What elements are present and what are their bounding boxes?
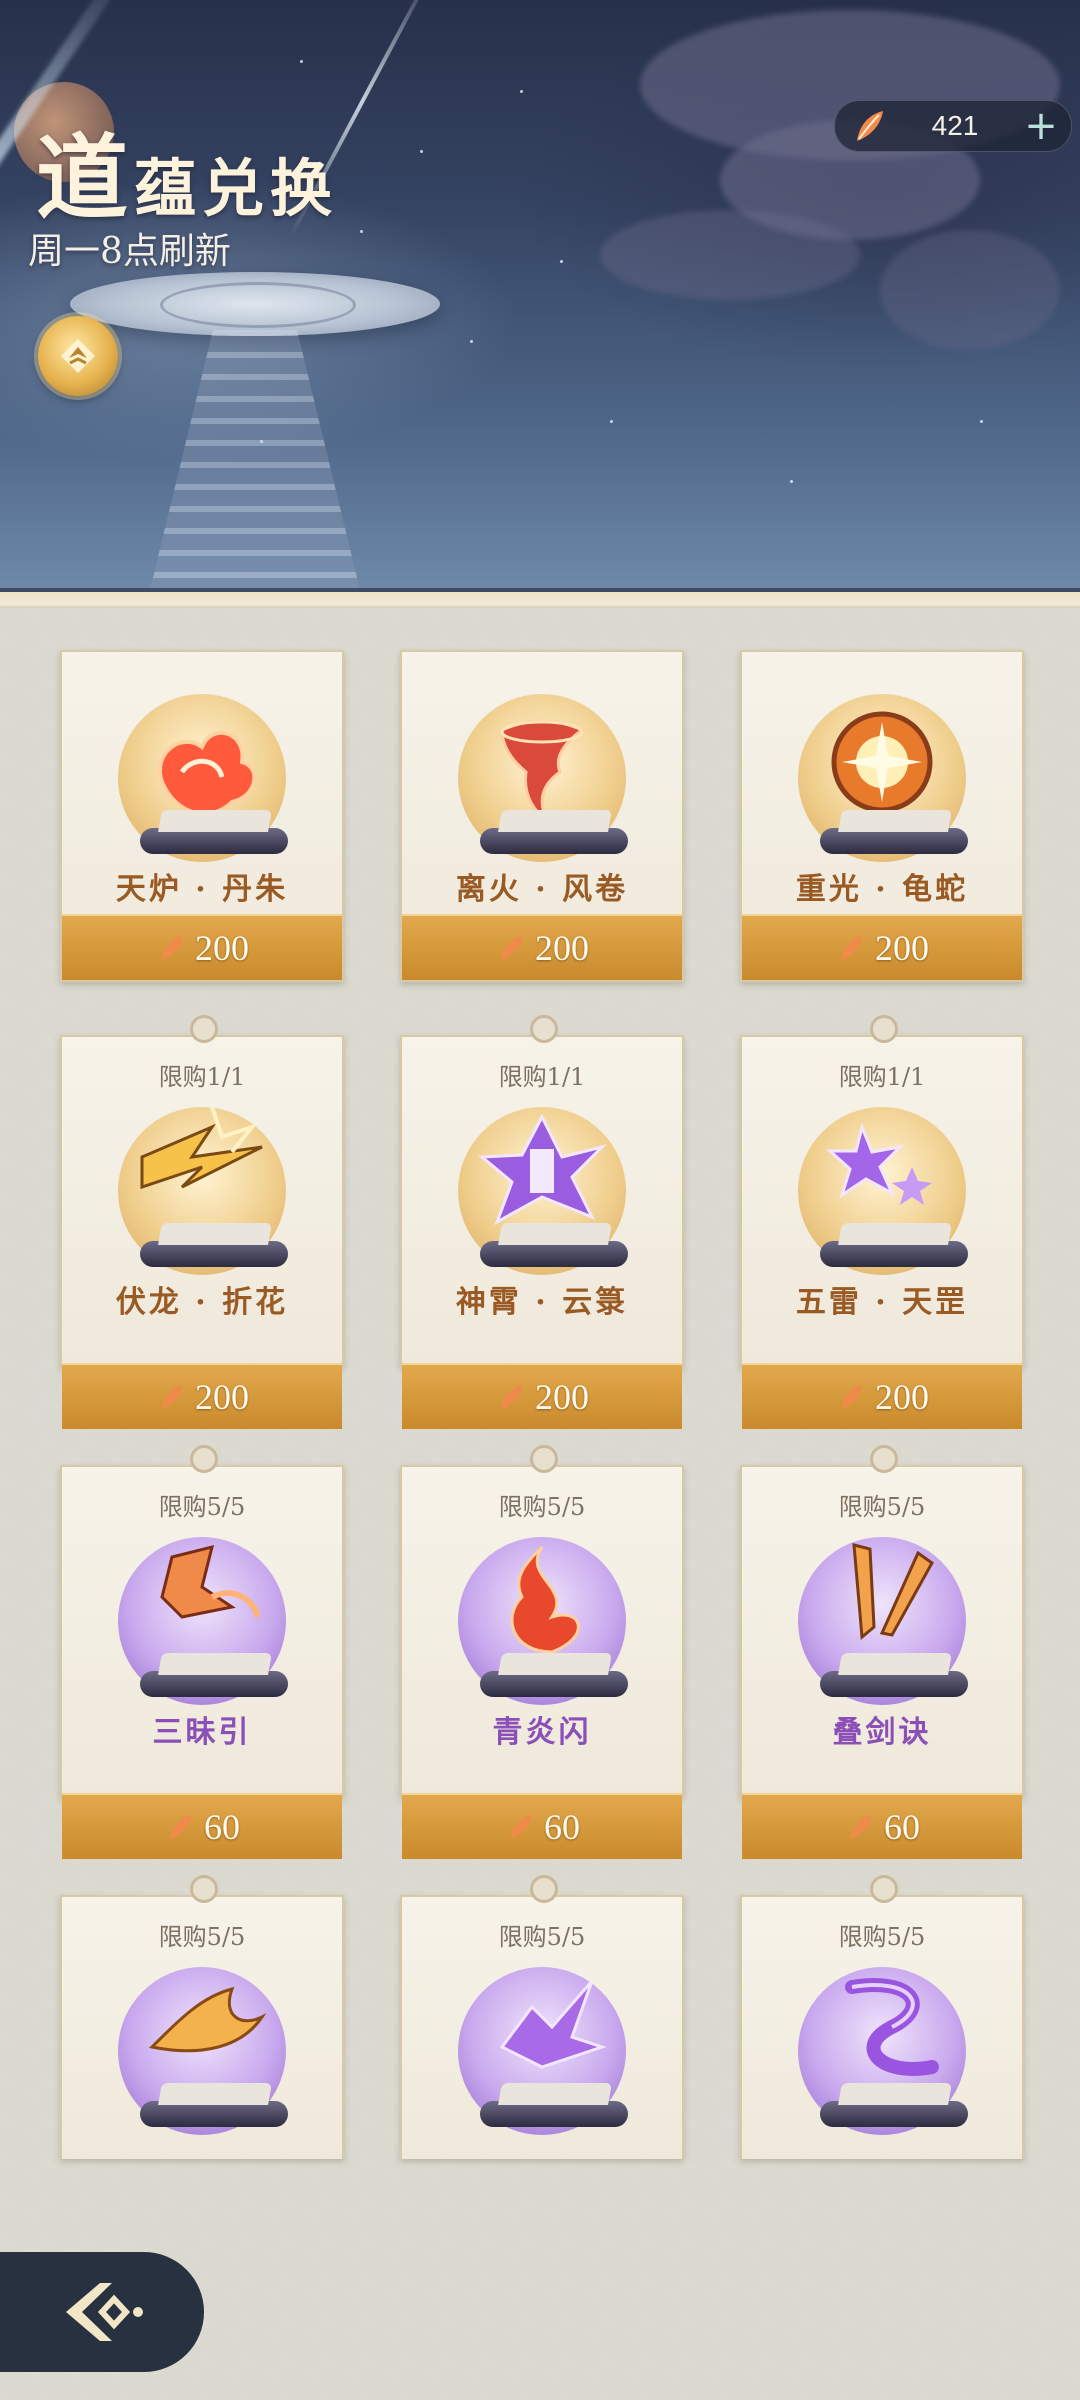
feather-icon (841, 1384, 863, 1410)
shop-item-card[interactable]: 限购5/5 (400, 1875, 684, 2159)
feather-icon (850, 1814, 872, 1840)
header-banner: 道蕴兑换 周一8点刷新 421 + (0, 0, 1080, 596)
emblem-icon (61, 339, 95, 373)
item-name: 三昧引 (152, 1715, 252, 1750)
shop-item-card[interactable]: 限购5/5 三昧引 60 (60, 1445, 344, 1859)
price-bar: 60 (402, 1793, 682, 1859)
item-price: 60 (204, 1807, 240, 1847)
item-name: 神霄 · 云箓 (455, 1285, 629, 1320)
stone-steps (150, 330, 360, 590)
item-price: 200 (535, 1377, 589, 1417)
feather-icon (161, 935, 183, 961)
feather-icon (161, 1384, 183, 1410)
feather-icon (841, 935, 863, 961)
feather-icon (501, 935, 523, 961)
refresh-subtitle: 周一8点刷新 (28, 231, 231, 272)
back-button[interactable] (0, 2252, 204, 2372)
price-bar: 200 (62, 914, 342, 980)
item-name: 五雷 · 天罡 (795, 1285, 969, 1320)
price-bar: 200 (62, 1363, 342, 1429)
shop-item-card[interactable]: 限购1/1 伏龙 · 折花 200 (60, 1015, 344, 1429)
item-name: 天炉 · 丹朱 (115, 872, 289, 907)
item-price: 200 (535, 928, 589, 968)
price-bar: 200 (742, 1363, 1022, 1429)
header-divider (0, 588, 1080, 608)
item-name: 重光 · 龟蛇 (795, 872, 969, 907)
item-price: 200 (875, 928, 929, 968)
page-title: 道蕴兑换 (36, 124, 339, 232)
price-bar: 200 (742, 914, 1022, 980)
feather-icon (849, 105, 891, 151)
feather-icon (510, 1814, 532, 1840)
item-name: 叠剑诀 (832, 1715, 932, 1750)
add-currency-button[interactable]: + (1021, 106, 1061, 146)
shop-item-card[interactable]: 离火 · 风卷 200 (400, 650, 684, 982)
feather-icon (170, 1814, 192, 1840)
price-bar: 60 (742, 1793, 1022, 1859)
shop-item-card[interactable]: 限购5/5 青炎闪 60 (400, 1445, 684, 1859)
currency-balance: 421 + (834, 100, 1072, 152)
item-price: 60 (544, 1807, 580, 1847)
shop-item-card[interactable]: 限购5/5 (60, 1875, 344, 2159)
feather-icon (501, 1384, 523, 1410)
currency-amount: 421 (931, 110, 979, 141)
shop-item-card[interactable]: 限购5/5 叠剑诀 60 (740, 1445, 1024, 1859)
item-price: 60 (884, 1807, 920, 1847)
price-bar: 200 (402, 914, 682, 980)
shop-item-card[interactable]: 重光 · 龟蛇 200 (740, 650, 1024, 982)
price-bar: 60 (62, 1793, 342, 1859)
item-name: 离火 · 风卷 (455, 872, 629, 907)
shop-item-card[interactable]: 限购5/5 (740, 1875, 1024, 2159)
shop-item-card[interactable]: 限购1/1 五雷 · 天罡 200 (740, 1015, 1024, 1429)
shop-item-card[interactable]: 天炉 · 丹朱 200 (60, 650, 344, 982)
item-price: 200 (875, 1377, 929, 1417)
item-price: 200 (195, 1377, 249, 1417)
emblem-button[interactable] (38, 316, 118, 396)
back-arrow-icon (66, 2283, 143, 2341)
price-bar: 200 (402, 1363, 682, 1429)
item-price: 200 (195, 928, 249, 968)
item-name: 伏龙 · 折花 (115, 1285, 289, 1320)
shop-item-card[interactable]: 限购1/1 神霄 · 云箓 200 (400, 1015, 684, 1429)
item-name: 青炎闪 (492, 1715, 592, 1750)
